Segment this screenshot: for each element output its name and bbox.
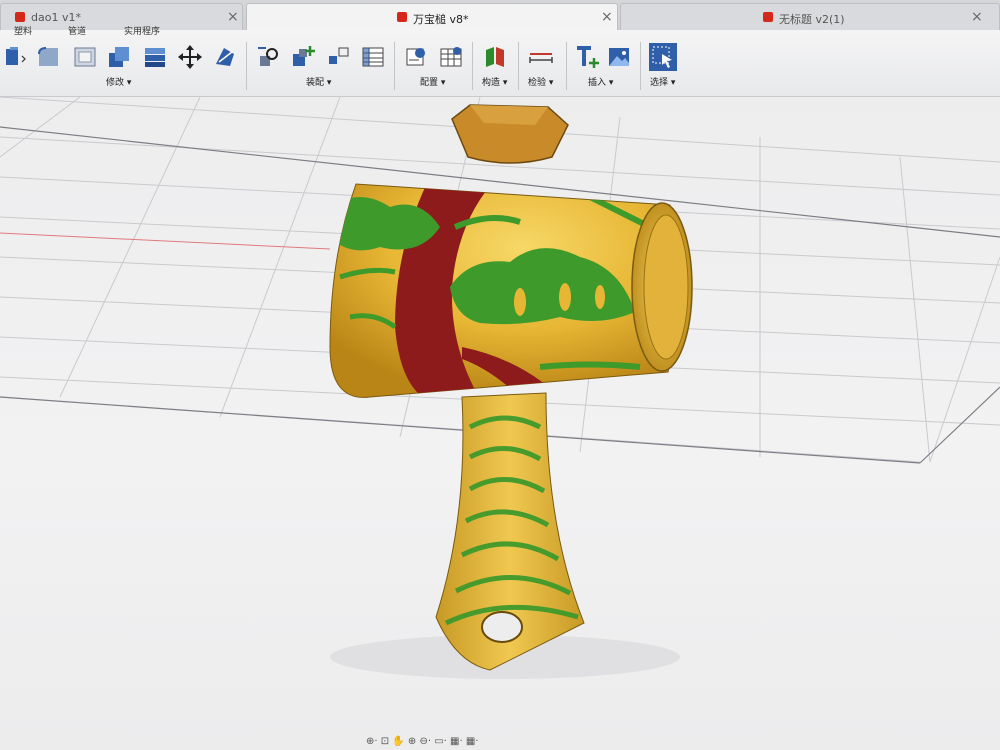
group-configure[interactable]: 配置 ▾ <box>420 75 445 88</box>
grid-edge-line <box>919 386 1000 464</box>
insert-icon[interactable] <box>574 44 600 70</box>
shell-icon[interactable] <box>72 44 98 70</box>
red-cube-icon <box>15 12 25 22</box>
mallet-handle <box>435 392 585 671</box>
extrude-icon[interactable] <box>2 44 28 70</box>
tab-label: dao1 v1* <box>31 11 81 24</box>
x-axis-line <box>0 232 331 250</box>
ribbon-separator <box>640 42 641 90</box>
configure-table-icon[interactable] <box>438 44 464 70</box>
new-component-icon[interactable] <box>290 44 316 70</box>
ribbon-tab-utilities[interactable]: 实用程序 <box>124 24 160 37</box>
viewport-canvas[interactable]: ⊕· ⊡ ✋ ⊕ ⊖· ▭· ▦· ▦· <box>0 97 1000 750</box>
group-construct[interactable]: 构造 ▾ <box>482 75 507 88</box>
close-icon[interactable]: × <box>971 9 983 25</box>
ribbon-separator <box>566 42 567 90</box>
measure-icon[interactable] <box>528 44 554 70</box>
configure-icon[interactable] <box>404 44 430 70</box>
group-assemble[interactable]: 装配 ▾ <box>306 75 331 88</box>
red-cube-icon <box>397 12 407 22</box>
combine-icon[interactable] <box>106 44 132 70</box>
close-icon[interactable]: × <box>601 9 613 25</box>
tab-label: 万宝槌 v8* <box>413 13 469 26</box>
stack-icon[interactable] <box>142 44 168 70</box>
joint-icon[interactable] <box>256 44 282 70</box>
rigid-group-icon[interactable] <box>326 44 352 70</box>
move-icon[interactable] <box>177 44 203 70</box>
tab-dao1[interactable]: dao1 v1* × <box>0 3 243 30</box>
toolbar-ribbon: 塑料 管道 实用程序 修改 ▾ 装配 ▾ 配置 ▾ 构造 ▾ 检验 ▾ 插入 ▾… <box>0 27 1000 97</box>
tab-untitled[interactable]: 无标题 v2(1) × <box>620 3 1000 30</box>
group-insert[interactable]: 插入 ▾ <box>588 75 613 88</box>
split-icon[interactable] <box>212 44 238 70</box>
tab-wanbaochui[interactable]: 万宝槌 v8* × <box>246 3 618 30</box>
plane-icon[interactable] <box>482 44 508 70</box>
group-modify[interactable]: 修改 ▾ <box>106 75 131 88</box>
ribbon-separator <box>394 42 395 90</box>
fillet-icon[interactable] <box>36 44 62 70</box>
mallet-head <box>329 183 693 398</box>
table-icon[interactable] <box>360 44 386 70</box>
navigation-bar[interactable]: ⊕· ⊡ ✋ ⊕ ⊖· ▭· ▦· ▦· <box>366 736 536 750</box>
ribbon-separator <box>518 42 519 90</box>
group-select[interactable]: 选择 ▾ <box>650 75 675 88</box>
ribbon-separator <box>246 42 247 90</box>
tab-label: 无标题 v2(1) <box>779 13 845 26</box>
red-cube-icon <box>763 12 773 22</box>
image-icon[interactable] <box>606 44 632 70</box>
ribbon-tab-plastic[interactable]: 塑料 <box>14 24 32 37</box>
ribbon-tab-pipe[interactable]: 管道 <box>68 24 86 37</box>
select-icon[interactable] <box>648 42 678 72</box>
model-viewport[interactable] <box>0 97 1000 750</box>
group-inspect[interactable]: 检验 ▾ <box>528 75 553 88</box>
close-icon[interactable]: × <box>227 9 239 25</box>
ribbon-separator <box>472 42 473 90</box>
grid-edge-line <box>0 396 921 464</box>
